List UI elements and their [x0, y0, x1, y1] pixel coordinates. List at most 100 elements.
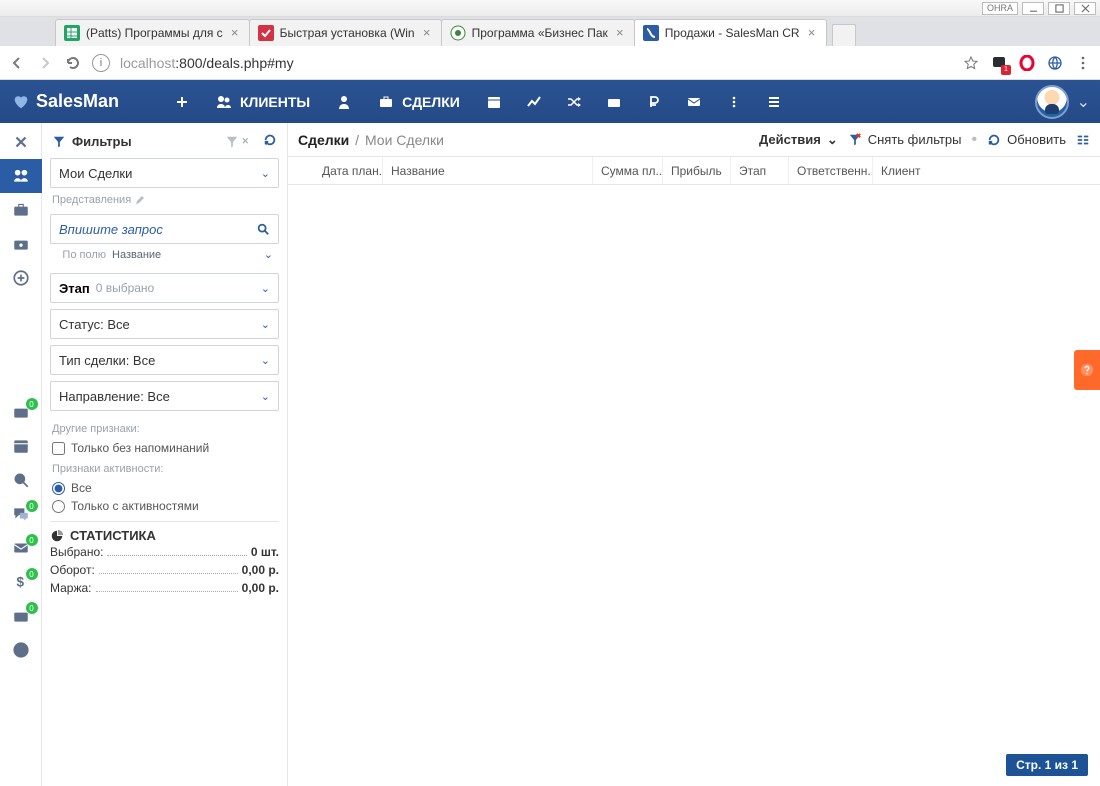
tab-close-icon[interactable]: ×: [421, 27, 433, 39]
browser-menu-icon[interactable]: [1074, 54, 1092, 72]
nav-forward-button[interactable]: [36, 54, 54, 72]
sidebar-item-briefcase4[interactable]: 0: [0, 599, 42, 633]
filter-clear-icon[interactable]: ✕: [225, 135, 249, 149]
col-client[interactable]: Клиент: [872, 157, 1100, 184]
sidebar-item-briefcase[interactable]: [0, 193, 42, 227]
nav-chart-icon[interactable]: [514, 80, 554, 123]
actions-dropdown[interactable]: Действия ⌄: [759, 132, 838, 148]
question-icon: [1080, 363, 1094, 377]
url-text[interactable]: localhost:800/deals.php#my: [120, 55, 952, 71]
chevron-down-icon: ⌄: [827, 132, 838, 148]
sidebar-item-briefcase2[interactable]: [0, 227, 42, 261]
nav-more-icon[interactable]: [714, 80, 754, 123]
table-header-row: Дата план. Название Сумма пл... Прибыль …: [288, 157, 1100, 185]
opera-icon[interactable]: [1018, 54, 1036, 72]
direction-select[interactable]: Направление: Все⌄: [50, 381, 279, 411]
user-avatar[interactable]: [1035, 85, 1069, 119]
preset-select[interactable]: Мои Сделки ⌄: [50, 158, 279, 188]
filter-refresh-icon[interactable]: [263, 133, 277, 150]
search-input[interactable]: [59, 222, 256, 237]
nav-person-icon[interactable]: [324, 80, 364, 123]
search-byfield[interactable]: По полю Название ⌄: [50, 248, 279, 273]
window-maximize-button[interactable]: [1048, 2, 1070, 15]
nav-hamburger-icon[interactable]: [754, 80, 794, 123]
col-profit[interactable]: Прибыль: [662, 157, 730, 184]
col-sum[interactable]: Сумма пл...: [592, 157, 662, 184]
site-info-icon[interactable]: i: [92, 54, 110, 72]
col-stage[interactable]: Этап: [730, 157, 788, 184]
stage-select[interactable]: Этап 0 выбрано ⌄: [50, 273, 279, 303]
new-tab-button[interactable]: [832, 24, 856, 46]
refresh-button[interactable]: Обновить: [987, 132, 1066, 147]
nav-reload-button[interactable]: [64, 54, 82, 72]
sidebar-item-search[interactable]: [0, 463, 42, 497]
sidebar-item-chat[interactable]: 0: [0, 497, 42, 531]
funnel-icon: [52, 135, 66, 149]
status-select[interactable]: Статус: Все⌄: [50, 309, 279, 339]
other-section-title: Другие признаки:: [50, 417, 279, 439]
refresh-icon: [987, 133, 1001, 147]
briefcase-icon: [378, 94, 394, 110]
browser-tab[interactable]: Программа «Бизнес Пак ×: [441, 19, 635, 46]
chevron-down-icon: ⌄: [261, 354, 270, 367]
pencil-icon[interactable]: [135, 195, 145, 205]
stat-turnover: Оборот:0,00 р.: [50, 561, 279, 579]
sidebar-item-help[interactable]: [0, 633, 42, 667]
clear-filters-button[interactable]: Снять фильтры: [848, 132, 962, 147]
avatar-chevron-icon[interactable]: ⌄: [1077, 92, 1090, 112]
search-box[interactable]: [50, 214, 279, 244]
nav-mail-icon[interactable]: [674, 80, 714, 123]
chevron-down-icon: ⌄: [261, 282, 270, 295]
globe-icon[interactable]: [1046, 54, 1064, 72]
filter-panel: Фильтры ✕ Мои Сделки ⌄ Представления По …: [42, 123, 288, 786]
brand-text: SalesMan: [36, 91, 119, 112]
tab-close-icon[interactable]: ×: [229, 27, 241, 39]
filters-title: Фильтры: [72, 134, 132, 149]
nav-add-button[interactable]: [162, 80, 202, 123]
nav-back-button[interactable]: [8, 54, 26, 72]
nav-briefcase2-icon[interactable]: [594, 80, 634, 123]
sidebar-item-mail[interactable]: 0: [0, 531, 42, 565]
help-tab[interactable]: [1074, 350, 1100, 390]
favicon-sheets-icon: [64, 25, 80, 41]
stat-selected: Выбрано:0 шт.: [50, 543, 279, 561]
col-name[interactable]: Название: [382, 157, 592, 184]
radio-all[interactable]: Все: [50, 479, 279, 497]
sidebar-item-add[interactable]: [0, 261, 42, 295]
page-badge[interactable]: Стр. 1 из 1: [1006, 754, 1088, 776]
window-titlebar: OHRA: [0, 0, 1100, 17]
sidebar-item-briefcase3[interactable]: 0: [0, 395, 42, 429]
extension-icon[interactable]: 1: [990, 54, 1008, 72]
nav-ruble-icon[interactable]: [634, 80, 674, 123]
col-date[interactable]: Дата план.: [314, 157, 382, 184]
browser-tab[interactable]: Быстрая установка (Win ×: [249, 19, 442, 46]
chk-noreminders[interactable]: Только без напоминаний: [50, 439, 279, 457]
nav-item-clients[interactable]: КЛИЕНТЫ: [202, 80, 324, 123]
sidebar-item-deals[interactable]: [0, 159, 42, 193]
chevron-down-icon: ⌄: [261, 167, 270, 180]
funnel-x-icon: [848, 133, 862, 147]
brand-logo[interactable]: SalesMan: [12, 91, 162, 112]
nav-calendar-icon[interactable]: [474, 80, 514, 123]
bookmark-star-icon[interactable]: [962, 54, 980, 72]
tab-close-icon[interactable]: ×: [806, 27, 818, 39]
view-toggle-icon[interactable]: [1076, 133, 1090, 147]
radio-withact[interactable]: Только с активностями: [50, 497, 279, 515]
nav-item-deals[interactable]: СДЕЛКИ: [364, 80, 474, 123]
browser-tab-active[interactable]: Продажи - SalesMan CR ×: [634, 19, 827, 46]
chevron-down-icon: ⌄: [261, 390, 270, 403]
window-minimize-button[interactable]: [1022, 2, 1044, 15]
search-icon[interactable]: [256, 222, 270, 236]
stat-margin: Маржа:0,00 р.: [50, 579, 279, 597]
app-topnav: SalesMan КЛИЕНТЫ СДЕЛКИ ⌄: [0, 80, 1100, 123]
sidebar-item-money[interactable]: $0: [0, 565, 42, 599]
col-owner[interactable]: Ответственн...: [788, 157, 872, 184]
dealtype-select[interactable]: Тип сделки: Все⌄: [50, 345, 279, 375]
browser-tab[interactable]: (Patts) Программы для c ×: [55, 19, 250, 46]
window-close-button[interactable]: [1074, 2, 1096, 15]
nav-shuffle-icon[interactable]: [554, 80, 594, 123]
tab-close-icon[interactable]: ×: [614, 27, 626, 39]
activity-section-title: Признаки активности:: [50, 457, 279, 479]
sidebar-close-icon[interactable]: [0, 125, 42, 159]
sidebar-item-calendar[interactable]: [0, 429, 42, 463]
